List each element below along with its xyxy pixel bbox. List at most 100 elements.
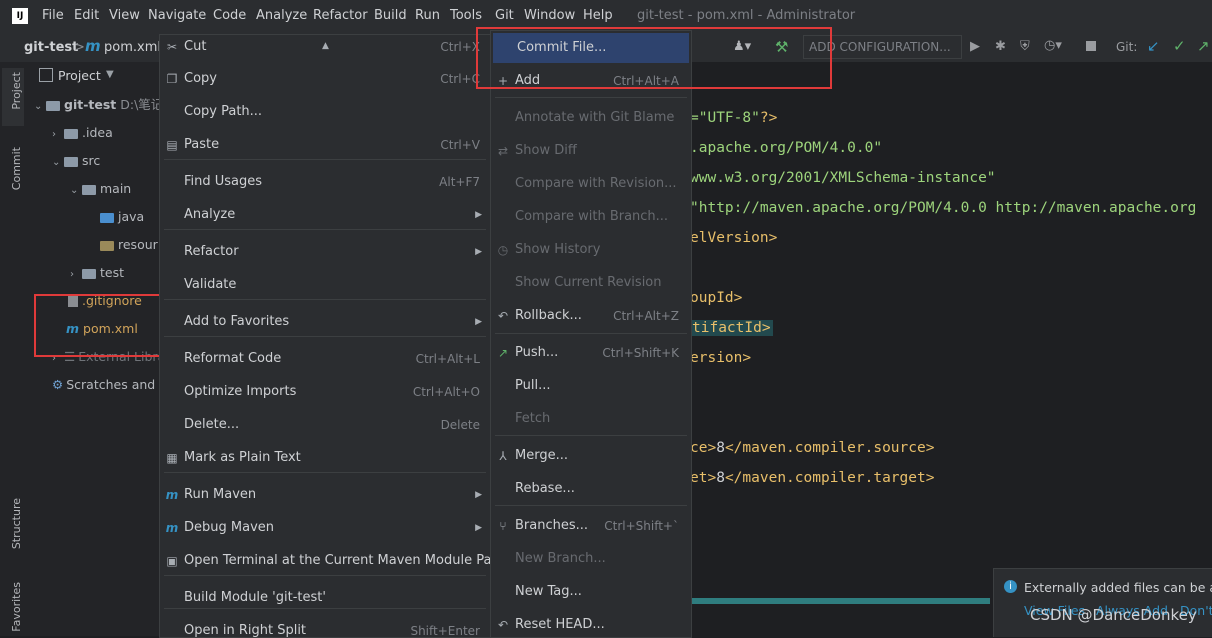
- tree-item-src[interactable]: ⌄ src: [52, 150, 100, 172]
- diff-icon: ⇄: [497, 144, 509, 158]
- menu-item-label: Copy Path...: [184, 104, 263, 119]
- context-menu-item-copy-path[interactable]: Copy Path...: [160, 97, 490, 127]
- menu-item-label: Add to Favorites: [184, 314, 290, 329]
- folder-icon: [82, 184, 96, 195]
- menu-item-label: Push...: [515, 345, 559, 360]
- git-menu-item-reset-head[interactable]: ↶ Reset HEAD...: [491, 610, 691, 637]
- menu-item-label: Refactor: [184, 244, 239, 259]
- code-editor[interactable]: ="UTF-8"?> .apache.org/POM/4.0.0" www.w3.o…: [690, 62, 1212, 636]
- code-token: oupId>: [690, 290, 743, 306]
- menu-help[interactable]: Help: [583, 8, 613, 23]
- project-tool-tab[interactable]: Project: [10, 72, 23, 110]
- chevron-down-icon: ⌄: [70, 185, 79, 196]
- project-panel-title[interactable]: Project: [58, 68, 101, 83]
- structure-tool-tab[interactable]: Structure: [10, 498, 23, 549]
- menu-window[interactable]: Window: [524, 8, 575, 23]
- menu-separator: [495, 97, 687, 98]
- tree-item-java[interactable]: java: [100, 206, 144, 228]
- context-menu-item-reformat-code[interactable]: Reformat Code Ctrl+Alt+L: [160, 344, 490, 374]
- code-token: "http://maven.apache.org/POM/4.0.0 http:…: [690, 200, 1197, 216]
- menu-analyze[interactable]: Analyze: [256, 8, 307, 23]
- context-menu-item-open-terminal-at-the-current-maven-module-path[interactable]: ▣ Open Terminal at the Current Maven Modu…: [160, 546, 490, 576]
- menu-build[interactable]: Build: [374, 8, 407, 23]
- menu-item-label: Debug Maven: [184, 520, 274, 535]
- context-menu-item-debug-maven[interactable]: m Debug Maven ▶: [160, 513, 490, 543]
- menu-run[interactable]: Run: [415, 8, 440, 23]
- menu-item-label: Rebase...: [515, 481, 575, 496]
- submenu-arrow-icon: ▶: [475, 490, 482, 500]
- tree-item-resources[interactable]: resour: [100, 234, 158, 256]
- breadcrumb-file[interactable]: pom.xml: [104, 40, 161, 55]
- tree-item-test[interactable]: › test: [70, 262, 124, 284]
- menu-code[interactable]: Code: [213, 8, 246, 23]
- git-menu-item-rollback[interactable]: ↶ Rollback... Ctrl+Alt+Z: [491, 301, 691, 331]
- highlight-commit-box: [476, 27, 832, 89]
- context-menu-item-add-to-favorites[interactable]: Add to Favorites ▶: [160, 307, 490, 337]
- menu-item-label: New Tag...: [515, 584, 582, 599]
- context-menu-item-find-usages[interactable]: Find Usages Alt+F7: [160, 167, 490, 197]
- menu-item-shortcut: Ctrl+Shift+K: [602, 346, 679, 360]
- stop-icon[interactable]: [1086, 41, 1096, 51]
- submenu-arrow-icon: ▶: [475, 317, 482, 327]
- menu-item-label: New Branch...: [515, 551, 606, 566]
- menu-git[interactable]: Git: [495, 8, 514, 23]
- watermark: CSDN @DanceDonkey: [1030, 606, 1197, 624]
- git-menu-item-merge[interactable]: ⅄ Merge...: [491, 441, 691, 471]
- menu-navigate[interactable]: Navigate: [148, 8, 206, 23]
- code-token: ?>: [759, 110, 778, 126]
- debug-icon[interactable]: ✱: [995, 39, 1006, 54]
- tree-item-main[interactable]: ⌄ main: [70, 178, 131, 200]
- git-label: Git:: [1116, 40, 1138, 54]
- git-menu-item-new-tag[interactable]: New Tag...: [491, 577, 691, 607]
- git-menu-item-pull[interactable]: Pull...: [491, 371, 691, 401]
- menu-file[interactable]: File: [42, 8, 64, 23]
- git-menu-item-branches[interactable]: ⑂ Branches... Ctrl+Shift+`: [491, 511, 691, 541]
- git-menu-item-push[interactable]: ↗ Push... Ctrl+Shift+K: [491, 338, 691, 368]
- favorites-tool-tab[interactable]: Favorites: [10, 582, 23, 632]
- context-menu-item-run-maven[interactable]: m Run Maven ▶: [160, 480, 490, 510]
- merge-icon: ⅄: [499, 449, 507, 463]
- push-icon: ↗: [497, 346, 509, 360]
- context-menu-item-open-in-right-split[interactable]: Open in Right Split Shift+Enter: [160, 616, 490, 637]
- breadcrumb-project[interactable]: git-test: [24, 40, 78, 55]
- maven-icon: m: [165, 488, 179, 502]
- coverage-icon[interactable]: ⛨: [1020, 39, 1030, 54]
- context-menu-item-mark-as-plain-text[interactable]: ▦ Mark as Plain Text: [160, 443, 490, 473]
- git-menu-item-show-diff: ⇄ Show Diff: [491, 136, 691, 166]
- profile-icon[interactable]: ◷▾: [1044, 38, 1062, 53]
- context-menu-item-validate[interactable]: Validate: [160, 270, 490, 300]
- app-logo-icon: IJ: [12, 8, 28, 24]
- context-menu-item-analyze[interactable]: Analyze ▶: [160, 200, 490, 230]
- git-menu-item-rebase[interactable]: Rebase...: [491, 474, 691, 504]
- context-menu-item-paste[interactable]: ▤ Paste Ctrl+V: [160, 130, 490, 160]
- commit-tool-tab[interactable]: Commit: [10, 147, 23, 190]
- menu-item-label: Reformat Code: [184, 351, 282, 366]
- tree-item-root[interactable]: ⌄ git-test D:\笔记: [34, 94, 163, 116]
- context-menu-item-optimize-imports[interactable]: Optimize Imports Ctrl+Alt+O: [160, 377, 490, 407]
- chevron-down-icon[interactable]: ▼: [106, 69, 114, 80]
- context-menu-item-refactor[interactable]: Refactor ▶: [160, 237, 490, 267]
- menu-edit[interactable]: Edit: [74, 8, 99, 23]
- run-icon[interactable]: ▶: [970, 39, 980, 54]
- code-token: ="UTF-8": [690, 110, 760, 126]
- menu-view[interactable]: View: [109, 8, 140, 23]
- code-token: .apache.org/POM/4.0.0": [690, 140, 883, 156]
- editor-scroll-indicator: [690, 598, 990, 604]
- git-commit-icon[interactable]: ✓: [1173, 37, 1186, 55]
- tree-item-idea[interactable]: › .idea: [52, 122, 113, 144]
- menu-refactor[interactable]: Refactor: [313, 8, 368, 23]
- context-menu-item-build-module-git-test[interactable]: Build Module 'git-test': [160, 583, 490, 613]
- git-update-icon[interactable]: ↙: [1147, 37, 1160, 55]
- menu-item-label: Build Module 'git-test': [184, 590, 326, 605]
- menu-item-label: Find Usages: [184, 174, 263, 189]
- menu-tools[interactable]: Tools: [450, 8, 482, 23]
- git-submenu: Commit File... + Add Ctrl+Alt+A Annotate wit…: [490, 30, 692, 638]
- context-menu-item-delete[interactable]: Delete... Delete: [160, 410, 490, 440]
- tree-item-scratches[interactable]: ⚙ Scratches and C: [52, 374, 168, 396]
- context-menu-item-copy[interactable]: ❐ Copy Ctrl+C: [160, 64, 490, 94]
- scroll-up-icon[interactable]: ▲: [322, 41, 329, 51]
- code-token: </maven.compiler.source>: [724, 440, 935, 456]
- code-line: ce>8</maven.compiler.source>: [690, 440, 934, 456]
- git-push-icon[interactable]: ↗: [1197, 37, 1210, 55]
- menu-item-label: Delete...: [184, 417, 240, 432]
